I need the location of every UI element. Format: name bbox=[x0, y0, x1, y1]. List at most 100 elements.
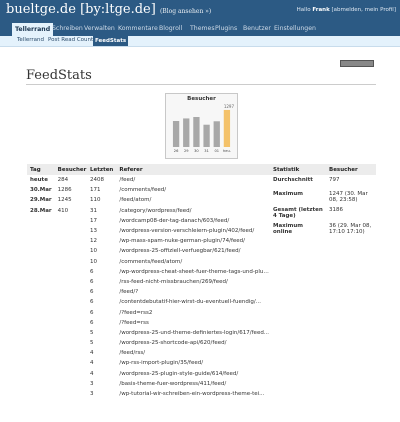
options-button[interactable] bbox=[340, 60, 374, 67]
referer-link[interactable]: /wordpress-25-offiziell-verfuegbar/621/f… bbox=[116, 246, 272, 256]
referer-link[interactable]: /category/wordpress/feed/ bbox=[116, 206, 272, 216]
nav-einstellungen[interactable]: Einstellungen bbox=[274, 25, 316, 32]
count-cell: 31 bbox=[90, 207, 97, 214]
table-row: 4/wordpress-25-plugin-style-guide/614/fe… bbox=[87, 369, 272, 379]
nav-benutzer[interactable]: Benutzer bbox=[243, 25, 271, 32]
referer-link[interactable]: /comments/feed/atom/ bbox=[116, 257, 272, 267]
referer-link[interactable]: /feed/? bbox=[116, 287, 272, 297]
table-row: 4/feed/rss/ bbox=[87, 348, 272, 358]
referer-link[interactable]: /wp-tutorial-wir-schreiben-ein-wordpress… bbox=[116, 389, 272, 399]
chart-tick-label: 26 bbox=[174, 149, 179, 153]
table-row: 5/wordpress-25-shortcode-api/620/feed/ bbox=[87, 338, 272, 348]
count-cell: 12 bbox=[90, 238, 97, 245]
referer-link[interactable]: /rss-feed-nicht-missbrauchen/269/feed/ bbox=[116, 277, 272, 287]
referer-link[interactable]: /feed/atom/ bbox=[116, 195, 272, 205]
ref-header-count: Letzten bbox=[87, 164, 117, 175]
subnav-feedstats[interactable]: FeedStats bbox=[93, 36, 129, 46]
stats-header-statistik: Statistik bbox=[270, 164, 326, 175]
count-cell: 5 bbox=[90, 340, 94, 347]
nav-tellerrand[interactable]: Tellerrand bbox=[12, 23, 54, 36]
table-row: 6/feed/? bbox=[87, 287, 272, 297]
nav-kommentare[interactable]: Kommentare bbox=[118, 25, 158, 32]
days-header-tag: Tag bbox=[27, 164, 55, 175]
user-links[interactable]: [abmelden, mein Profil] bbox=[331, 7, 396, 13]
table-row: 6/rss-feed-nicht-missbrauchen/269/feed/ bbox=[87, 277, 272, 287]
subnav-tellerrand[interactable]: Tellerrand bbox=[17, 37, 44, 43]
table-row: 10/comments/feed/atom/ bbox=[87, 257, 272, 267]
view-blog-link[interactable]: (Blog ansehen ») bbox=[160, 8, 211, 15]
stat-label: Durchschnitt bbox=[273, 177, 313, 183]
count-cell: 17 bbox=[90, 217, 97, 224]
count-cell: 6 bbox=[90, 299, 94, 306]
subnav-post-read-counter[interactable]: Post Read Counter bbox=[48, 37, 99, 43]
site-title-text[interactable]: bueltge.de [by:ltge.de] bbox=[6, 2, 156, 17]
count-cell: 110 bbox=[90, 197, 101, 204]
statistics-table: Statistik Besucher Durchschnitt 797 Maxim… bbox=[270, 164, 376, 237]
referer-link[interactable]: /wordcamp08-der-tag-danach/603/feed/ bbox=[116, 216, 272, 226]
count-cell: 6 bbox=[90, 268, 94, 275]
count-cell: 2408 bbox=[90, 177, 104, 184]
count-cell: 13 bbox=[90, 228, 97, 235]
table-row: Maximum 1247 (30. Mar 08, 23:58) bbox=[270, 189, 376, 205]
table-row: Maximum online 36 (29. Mar 08, 17:10 17:1… bbox=[270, 221, 376, 237]
count-cell: 6 bbox=[90, 278, 94, 285]
table-row: 4/wp-rss-import-plugin/35/feed/ bbox=[87, 358, 272, 368]
table-row: 10/wordpress-25-offiziell-verfuegbar/621… bbox=[87, 246, 272, 256]
nav-schreiben[interactable]: Schreiben bbox=[52, 25, 83, 32]
referer-link[interactable]: /wp-rss-import-plugin/35/feed/ bbox=[116, 358, 272, 368]
referer-link[interactable]: /comments/feed/ bbox=[116, 185, 272, 195]
table-row: 13/wordpress-version-verschleiern-plugin… bbox=[87, 226, 272, 236]
admin-header: bueltge.de [by:ltge.de] (Blog ansehen »)… bbox=[0, 0, 400, 23]
table-row: 2408/feed/ bbox=[87, 175, 272, 185]
stat-label: Maximum bbox=[273, 191, 303, 198]
count-cell: 171 bbox=[90, 187, 101, 194]
chart-bar bbox=[193, 117, 200, 147]
table-row: 6/contentdebutatif-hier-wirst-du-eventue… bbox=[87, 297, 272, 307]
site-title[interactable]: bueltge.de [by:ltge.de] (Blog ansehen ») bbox=[6, 2, 211, 17]
table-row: 171/comments/feed/ bbox=[87, 185, 272, 195]
count-cell: 284 bbox=[57, 177, 69, 184]
day-cell: 29.Mar bbox=[30, 197, 52, 204]
table-row: Gesamt (letzten 4 Tage) 3186 bbox=[270, 205, 376, 221]
referer-link[interactable]: /?feed=rss bbox=[116, 318, 272, 328]
chart-tick-label: heu. bbox=[223, 149, 231, 153]
stats-header-besucher: Besucher bbox=[326, 164, 376, 175]
referer-link[interactable]: /wordpress-version-verschleiern-plugin/4… bbox=[116, 226, 272, 236]
count-cell: 6 bbox=[90, 289, 94, 296]
stat-value: 797 bbox=[329, 177, 340, 183]
table-row: 30.Mar 1286 bbox=[27, 185, 89, 195]
nav-themes[interactable]: Themes bbox=[190, 25, 215, 32]
referer-link[interactable]: /wp-mass-spam-nuke-german-plugin/74/feed… bbox=[116, 236, 272, 246]
count-cell: 5 bbox=[90, 329, 94, 336]
nav-verwalten[interactable]: Verwalten bbox=[84, 25, 115, 32]
days-table: Tag Besucher heute 284 30.Mar 1286 29.Mar 1… bbox=[27, 164, 90, 216]
table-row: 28.Mar 410 bbox=[27, 206, 89, 216]
referer-link[interactable]: /feed/ bbox=[116, 175, 272, 185]
count-cell: 3 bbox=[90, 391, 94, 398]
table-row: 3/wp-tutorial-wir-schreiben-ein-wordpres… bbox=[87, 389, 272, 399]
stat-label: Maximum online bbox=[273, 223, 303, 236]
nav-plugins[interactable]: Plugins bbox=[215, 25, 237, 32]
chart-svg: 26 29 30 31 01 heu. bbox=[172, 109, 231, 153]
nav-blogroll[interactable]: Blogroll bbox=[159, 25, 182, 32]
chart-tick-label: 01 bbox=[214, 149, 219, 153]
referer-link[interactable]: /feed/rss/ bbox=[116, 348, 272, 358]
referer-link[interactable]: /wordpress-25-shortcode-api/620/feed/ bbox=[116, 338, 272, 348]
referer-link[interactable]: /wp-wordpress-cheat-sheet-fuer-theme-tag… bbox=[116, 267, 272, 277]
count-cell: 10 bbox=[90, 258, 97, 265]
referer-link[interactable]: /wordpress-25-plugin-style-guide/614/fee… bbox=[116, 369, 272, 379]
referer-table: Letzten Referer 2408/feed/ 171/comments/… bbox=[87, 164, 273, 399]
referer-link[interactable]: /wordpress-25-und-theme-definiertes-logi… bbox=[116, 328, 272, 338]
chart-bar bbox=[183, 118, 190, 147]
referer-link[interactable]: /basis-theme-fuer-wordpress/411/feed/ bbox=[116, 379, 272, 389]
count-cell: 3 bbox=[90, 380, 94, 387]
count-cell: 6 bbox=[90, 319, 94, 326]
referer-link[interactable]: /contentdebutatif-hier-wirst-du-eventuel… bbox=[116, 297, 272, 307]
day-cell: 30.Mar bbox=[30, 187, 52, 194]
count-cell: 1245 bbox=[57, 197, 72, 204]
referer-link[interactable]: /?feed=rss2 bbox=[116, 307, 272, 317]
chart-bar bbox=[223, 109, 231, 147]
table-row: 29.Mar 1245 bbox=[27, 195, 89, 205]
table-row: 6/wp-wordpress-cheat-sheet-fuer-theme-ta… bbox=[87, 267, 272, 277]
ref-header-referer: Referer bbox=[116, 164, 273, 175]
